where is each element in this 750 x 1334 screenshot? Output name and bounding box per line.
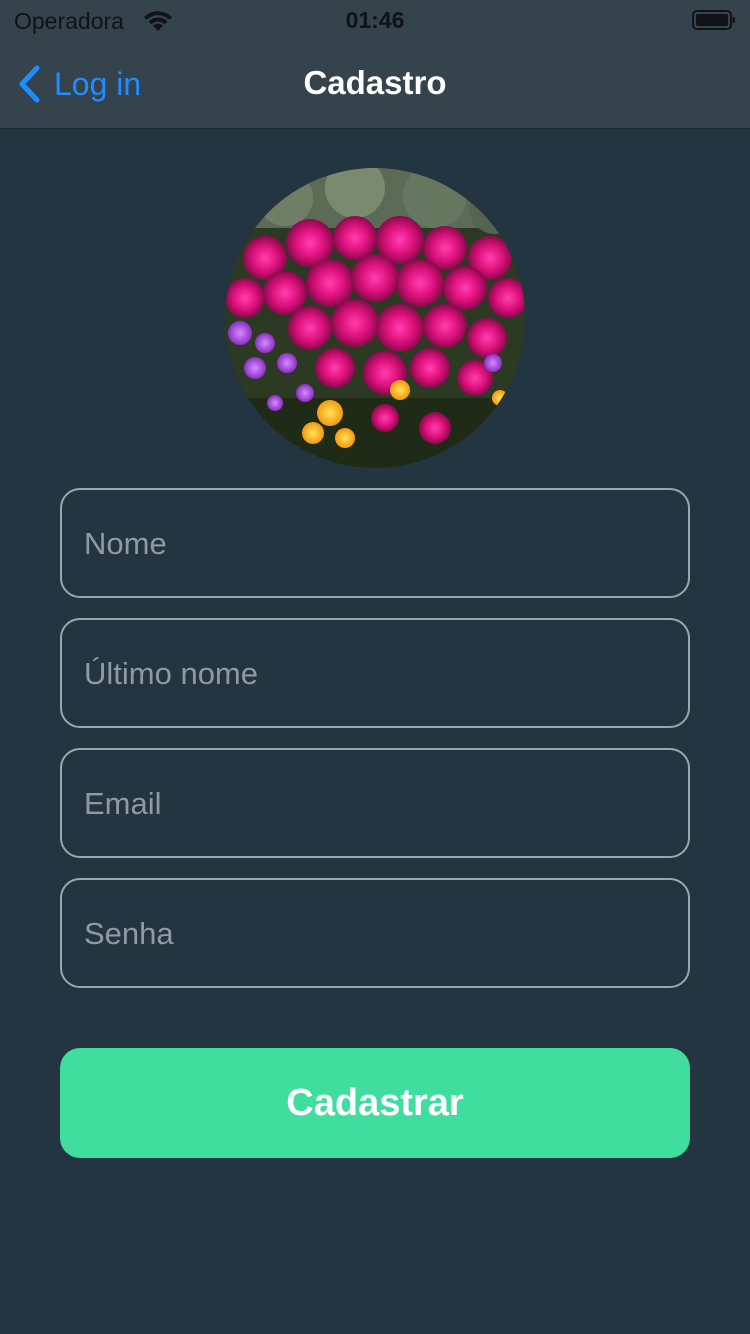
flower-photo-image	[225, 168, 525, 468]
email-field[interactable]	[60, 748, 690, 858]
profile-photo[interactable]	[225, 168, 525, 468]
page-title: Cadastro	[303, 64, 447, 101]
password-field[interactable]	[60, 878, 690, 988]
register-button[interactable]: Cadastrar	[60, 1048, 690, 1158]
status-bar: Operadora 01:46	[0, 0, 750, 40]
battery-icon	[692, 10, 735, 30]
password-input[interactable]	[82, 880, 672, 988]
navigation-bar: Log in Cadastro	[0, 40, 750, 129]
last-name-field[interactable]	[60, 618, 690, 728]
clock: 01:46	[345, 7, 405, 33]
email-input[interactable]	[82, 750, 672, 858]
last-name-input[interactable]	[82, 620, 672, 728]
first-name-input[interactable]	[82, 490, 672, 598]
first-name-field[interactable]	[60, 488, 690, 598]
